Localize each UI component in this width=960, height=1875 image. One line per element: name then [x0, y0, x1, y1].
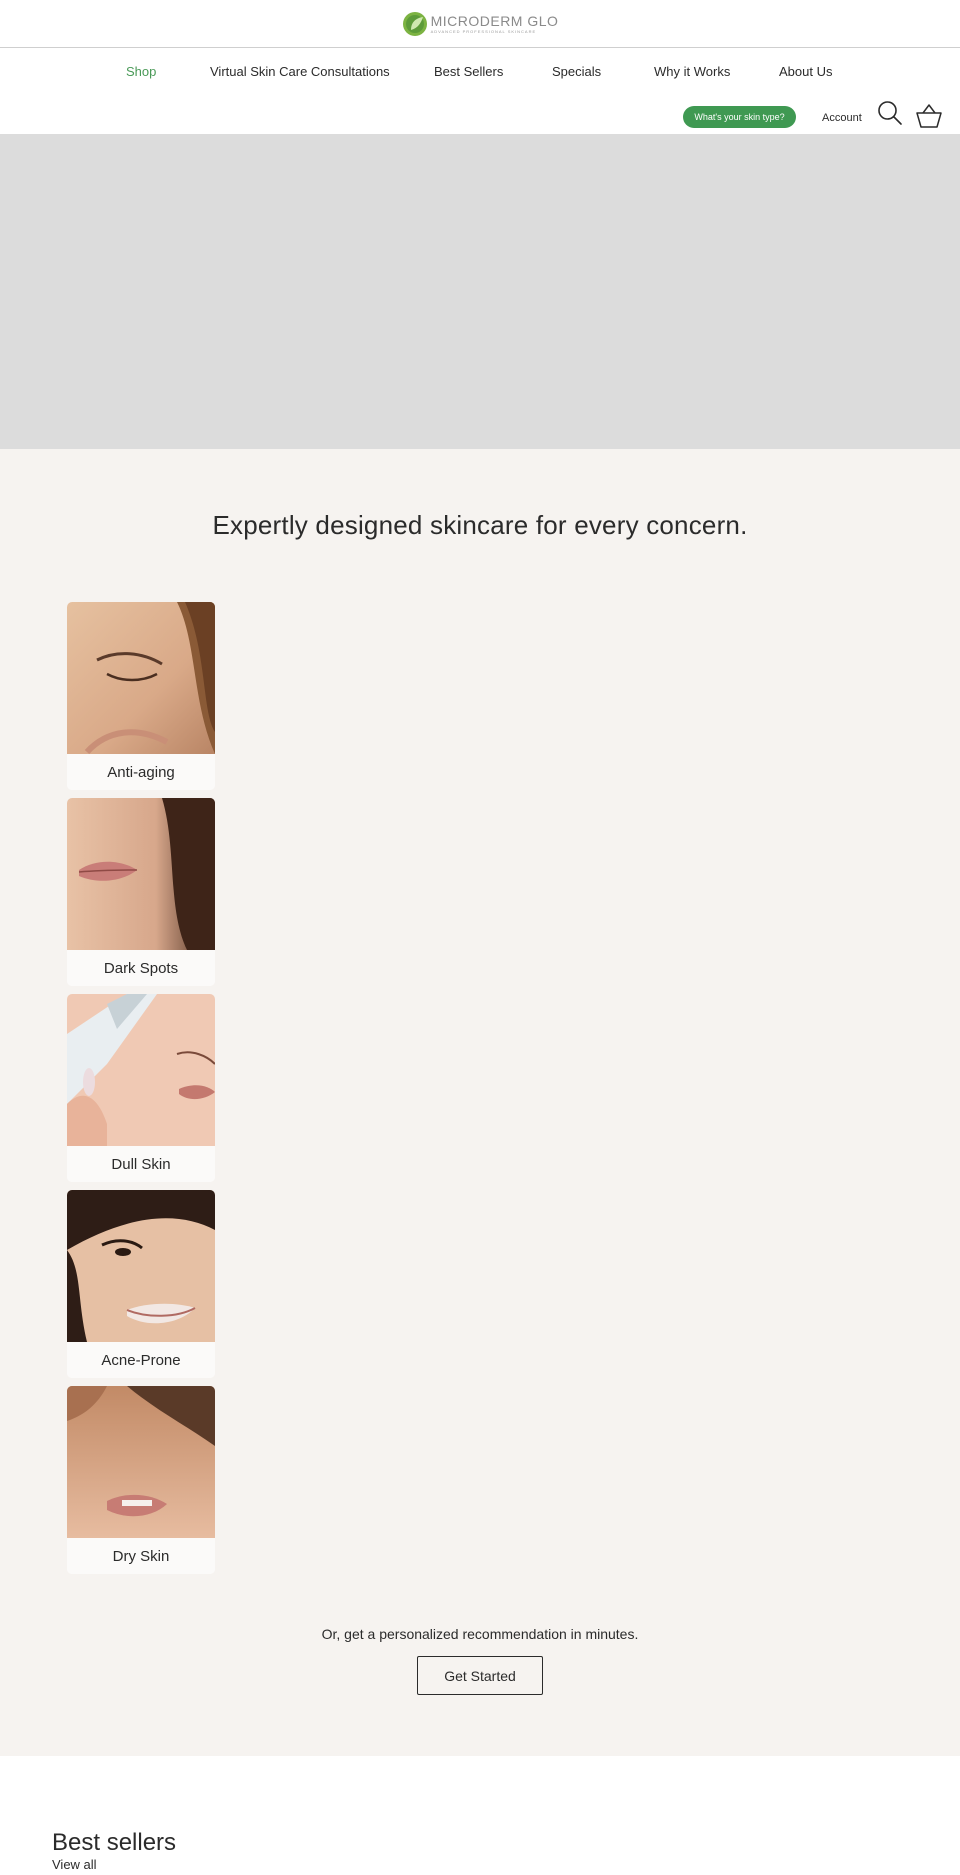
concern-label: Dark Spots	[67, 950, 215, 986]
dry-skin-face-image	[67, 1386, 215, 1538]
utility-bar: What's your skin type? Account	[0, 100, 960, 134]
brand-logo[interactable]: MICRODERM GLO ADVANCED PROFESSIONAL SKIN…	[402, 11, 559, 37]
basket-icon	[916, 104, 942, 128]
main-nav: Shop Virtual Skin Care Consultations Bes…	[0, 64, 960, 84]
logo-wordmark: MICRODERM GLO	[430, 12, 559, 29]
search-button[interactable]	[877, 100, 903, 126]
concern-label: Anti-aging	[67, 754, 215, 790]
get-started-button[interactable]: Get Started	[417, 1656, 543, 1695]
concern-card-dry-skin[interactable]: Dry Skin	[67, 1386, 215, 1574]
best-sellers-title: Best sellers	[52, 1829, 177, 1856]
cart-button[interactable]	[915, 103, 943, 129]
concern-label: Dry Skin	[67, 1538, 215, 1574]
skin-type-quiz-button[interactable]: What's your skin type?	[683, 106, 796, 128]
concern-card-anti-aging[interactable]: Anti-aging	[67, 602, 215, 790]
concern-card-dark-spots[interactable]: Dark Spots	[67, 798, 215, 986]
leaf-logo-icon	[402, 11, 427, 36]
section-title: Expertly designed skincare for every con…	[212, 510, 748, 540]
recommendation-text: Or, get a personalized recommendation in…	[321, 1626, 639, 1642]
logo-bar: MICRODERM GLO ADVANCED PROFESSIONAL SKIN…	[0, 0, 960, 48]
nav-item-specials[interactable]: Specials	[552, 64, 601, 79]
concern-card-acne-prone[interactable]: Acne-Prone	[67, 1190, 215, 1378]
nav-item-virtual-consultations[interactable]: Virtual Skin Care Consultations	[210, 64, 390, 79]
concern-card-dull-skin[interactable]: Dull Skin	[67, 994, 215, 1182]
anti-aging-face-image	[67, 602, 215, 754]
dark-spots-face-image	[67, 798, 215, 950]
logo-tagline: ADVANCED PROFESSIONAL SKINCARE	[430, 28, 537, 34]
nav-item-about-us[interactable]: About Us	[779, 64, 832, 79]
view-all-link[interactable]: View all	[52, 1857, 97, 1872]
account-link[interactable]: Account	[822, 112, 862, 124]
concerns-section: Expertly designed skincare for every con…	[0, 449, 960, 1756]
nav-item-shop[interactable]: Shop	[126, 64, 156, 79]
concern-label: Dull Skin	[67, 1146, 215, 1182]
dull-skin-face-image	[67, 994, 215, 1146]
hero-banner	[0, 134, 960, 449]
nav-item-best-sellers[interactable]: Best Sellers	[434, 64, 503, 79]
nav-item-why-it-works[interactable]: Why it Works	[654, 64, 730, 79]
concern-label: Acne-Prone	[67, 1342, 215, 1378]
acne-prone-face-image	[67, 1190, 215, 1342]
search-icon	[878, 101, 902, 125]
